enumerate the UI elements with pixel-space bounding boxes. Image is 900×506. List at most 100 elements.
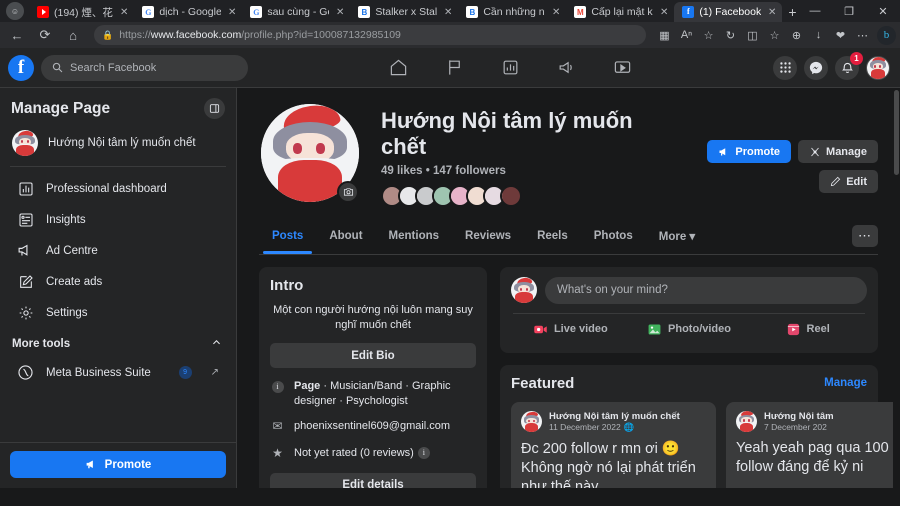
browser-tab[interactable]: B Cần những ngườ ✕ [458, 2, 566, 22]
avatar [521, 411, 542, 432]
featured-item-meta: Hướng Nội tâm 7 December 202 [764, 411, 834, 432]
tab-close-icon[interactable]: ✕ [334, 7, 346, 18]
messenger-icon[interactable] [804, 56, 828, 80]
tab-close-icon[interactable]: ✕ [226, 7, 238, 18]
chevron-up-icon[interactable] [211, 337, 222, 351]
browser-profile-button[interactable]: ☺ [6, 2, 24, 20]
more-options-icon[interactable]: ⋯ [852, 225, 878, 247]
camera-icon[interactable] [337, 181, 359, 203]
collections-add-icon[interactable]: ⊕ [786, 25, 807, 46]
url-text: https://www.facebook.com/profile.php?id=… [119, 29, 401, 41]
featured-item[interactable]: Hướng Nội tâm lý muốn chết 11 December 2… [511, 402, 716, 488]
composer-action-label: Reel [807, 323, 830, 335]
profile-stats[interactable]: 49 likes • 147 followers [381, 165, 687, 177]
photo-video-button[interactable]: Photo/video [630, 316, 749, 343]
read-aloud-icon[interactable]: Aⁿ [676, 25, 697, 46]
browser-toolbar-icons: ▦ Aⁿ ☆ ↻ ◫ ☆ ⊕ ↓ ❤ ⋯ b [654, 25, 896, 46]
scrollbar-thumb[interactable] [894, 90, 899, 175]
home-icon[interactable]: ⌂ [60, 24, 86, 46]
ads-icon[interactable] [539, 50, 595, 86]
video-icon[interactable] [595, 50, 651, 86]
browser-tab[interactable]: B Stalker x Stalker ✕ [350, 2, 458, 22]
reel-button[interactable]: Reel [748, 316, 867, 343]
gmail-icon: M [574, 6, 586, 18]
tab-reviews[interactable]: Reviews [452, 220, 524, 253]
browser-tab[interactable]: G sau cùng - Goog ✕ [242, 2, 350, 22]
edit-label: Edit [846, 176, 867, 188]
tab-close-icon[interactable]: ✕ [658, 7, 670, 18]
tab-close-icon[interactable]: ✕ [550, 7, 562, 18]
maximize-button[interactable]: ❐ [832, 0, 866, 22]
address-bar[interactable]: 🔒 https://www.facebook.com/profile.php?i… [94, 25, 646, 45]
sidebar-page-entry[interactable]: Hướng Nội tâm lý muốn chết [0, 125, 236, 166]
info-icon[interactable]: i [418, 447, 430, 459]
collapse-panel-icon[interactable] [204, 98, 225, 119]
sidebar-item-professional-dashboard[interactable]: Professional dashboard [5, 173, 231, 204]
tab-reels[interactable]: Reels [524, 220, 581, 253]
sidebar-item-create-ads[interactable]: Create ads [5, 266, 231, 297]
promote-button[interactable]: Promote [10, 451, 226, 478]
manage-button[interactable]: Manage [798, 140, 878, 163]
minimize-button[interactable]: — [798, 0, 832, 22]
intro-row-email: ✉ phoenixsentinel609@gmail.com [270, 419, 476, 435]
add-favorite-icon[interactable]: ☆ [764, 25, 785, 46]
close-button[interactable]: ✕ [866, 0, 900, 22]
edit-details-button[interactable]: Edit details [270, 473, 476, 488]
facebook-logo-icon[interactable]: f [8, 55, 34, 81]
history-icon[interactable]: ↻ [720, 25, 741, 46]
featured-item[interactable]: Hướng Nội tâm 7 December 202 Yeah yeah p… [726, 402, 900, 488]
home-icon[interactable] [371, 50, 427, 86]
browser-tab[interactable]: (194) 煙、花 ✕ [29, 2, 134, 22]
sidebar-item-insights[interactable]: Insights [5, 204, 231, 235]
tab-close-icon[interactable]: ✕ [442, 7, 454, 18]
composer-input[interactable]: What's on your mind? [545, 277, 867, 304]
tab-more[interactable]: More ▾ [646, 219, 708, 254]
featured-body: Yeah yeah pag qua 100 follow đáng để kỷ … [736, 439, 900, 478]
intro-bio: Một con người hướng nội luôn mang suy ng… [272, 303, 474, 333]
avatar [736, 411, 757, 432]
browser-essentials-icon[interactable]: ❤ [830, 25, 851, 46]
refresh-icon[interactable]: ⟳ [32, 24, 58, 46]
tab-close-icon[interactable]: ✕ [118, 7, 130, 18]
settings-more-icon[interactable]: ⋯ [852, 25, 873, 46]
notifications-icon[interactable]: 1 [835, 56, 859, 80]
browser-tab[interactable]: M Cấp lại mật khẩ ✕ [566, 2, 674, 22]
sidebar-item-ad-centre[interactable]: Ad Centre [5, 235, 231, 266]
downloads-icon[interactable]: ↓ [808, 25, 829, 46]
edit-button[interactable]: Edit [819, 170, 878, 193]
browser-tab[interactable]: G dịch - Google Se ✕ [134, 2, 242, 22]
profile-header: Hướng Nội tâm lý muốn chết 49 likes • 14… [237, 88, 900, 207]
tab-mentions[interactable]: Mentions [376, 220, 452, 253]
sidebar-item-meta-business-suite[interactable]: Meta Business Suite 9 ↗ [5, 357, 231, 388]
featured-date: 7 December 202 [764, 422, 834, 432]
search-input[interactable]: Search Facebook [41, 55, 248, 81]
tab-posts[interactable]: Posts [259, 220, 316, 253]
avatar[interactable] [866, 56, 890, 80]
tab-title: Cấp lại mật khẩ [591, 6, 653, 18]
browser-tab-active[interactable]: f (1) Facebook ✕ [674, 2, 782, 22]
featured-manage-link[interactable]: Manage [824, 377, 867, 389]
sidebar-item-label: Professional dashboard [46, 183, 167, 195]
pencil-icon [830, 176, 841, 187]
post-composer: What's on your mind? Live video [500, 267, 878, 353]
page-scrollbar[interactable] [893, 88, 900, 488]
follower-avatars[interactable] [381, 185, 687, 207]
bing-copilot-icon[interactable]: b [877, 26, 896, 45]
pages-icon[interactable] [427, 50, 483, 86]
sidebar-item-settings[interactable]: Settings [5, 297, 231, 328]
edit-bio-button[interactable]: Edit Bio [270, 343, 476, 368]
tab-photos[interactable]: Photos [581, 220, 646, 253]
sidebar-section-more-tools[interactable]: More tools [0, 328, 236, 357]
insights-icon[interactable] [483, 50, 539, 86]
favorite-icon[interactable]: ☆ [698, 25, 719, 46]
tab-about[interactable]: About [316, 220, 375, 253]
featured-date: 11 December 2022 🌐 [549, 422, 680, 433]
star-icon: ★ [270, 446, 285, 462]
back-icon[interactable]: ← [4, 24, 30, 46]
tab-close-icon[interactable]: ✕ [766, 7, 778, 18]
menu-grid-icon[interactable] [773, 56, 797, 80]
promote-button[interactable]: Promote [707, 140, 791, 163]
live-video-button[interactable]: Live video [511, 316, 630, 343]
collections-icon[interactable]: ▦ [654, 25, 675, 46]
split-screen-icon[interactable]: ◫ [742, 25, 763, 46]
